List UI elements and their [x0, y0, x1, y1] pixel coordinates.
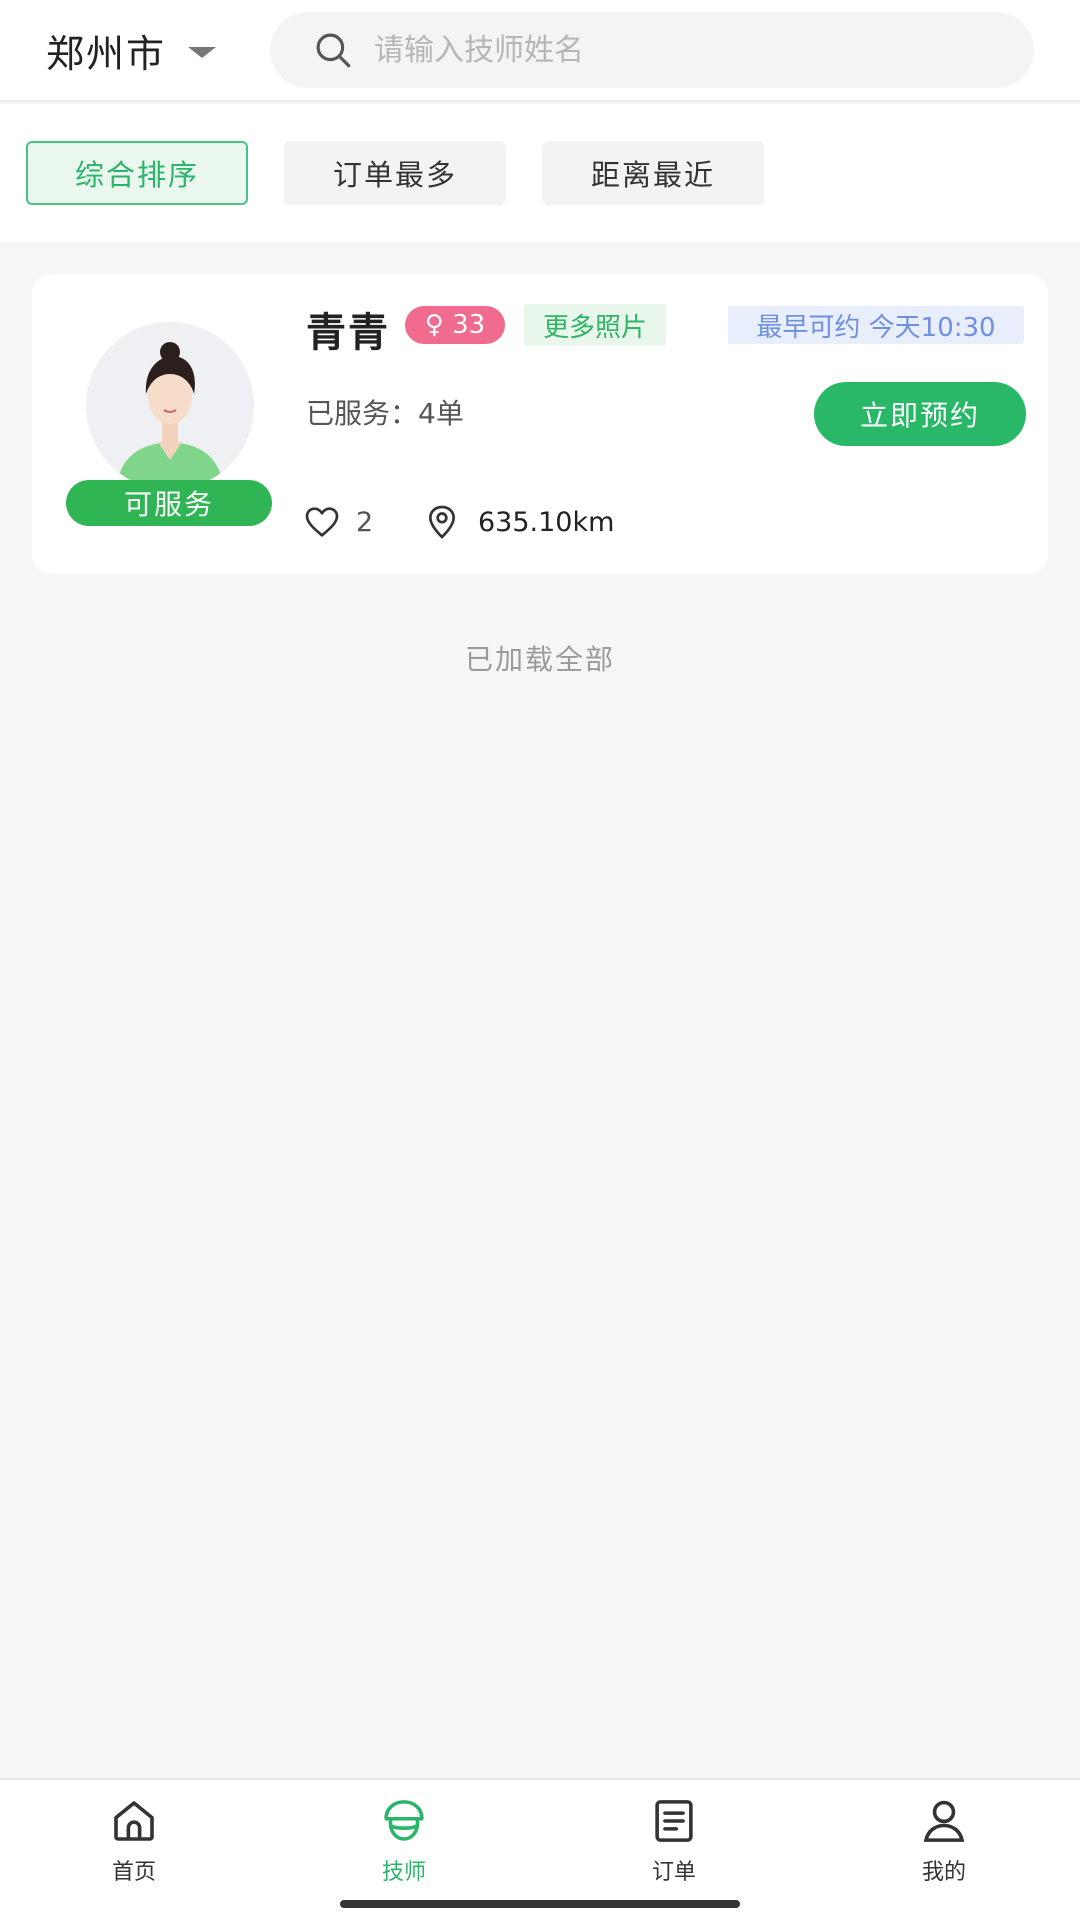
search-bar[interactable]	[270, 12, 1034, 88]
distance-stat: 635.10km	[422, 502, 614, 542]
filter-nearest[interactable]: 距离最近	[542, 141, 764, 205]
technician-name: 青青	[306, 310, 390, 356]
home-icon	[114, 1801, 154, 1841]
tab-mine-label: 我的	[921, 1860, 966, 1885]
technician-icon	[384, 1800, 424, 1841]
book-now-button[interactable]: 立即预约	[814, 382, 1026, 446]
city-selector[interactable]: 郑州市	[46, 20, 217, 80]
sort-filter-bar: 综合排序 订单最多 距离最近	[0, 104, 1080, 242]
tab-home[interactable]: 首页	[74, 1794, 194, 1894]
profile-icon	[923, 1800, 965, 1842]
heart-icon	[305, 507, 339, 537]
tab-orders[interactable]: 订单	[614, 1794, 734, 1894]
tab-home-label: 首页	[111, 1860, 156, 1885]
city-name: 郑州市	[46, 31, 167, 76]
earliest-available-tag: 最早可约 今天10:30	[728, 306, 1024, 344]
served-count: 已服务：4单	[306, 397, 464, 430]
likes-stat[interactable]: 2	[302, 502, 373, 542]
search-icon	[316, 33, 351, 68]
location-pin-icon	[428, 505, 456, 539]
chevron-down-icon	[188, 46, 217, 58]
status-badge: 可服务	[66, 480, 272, 526]
tab-technician-label: 技师	[381, 1860, 426, 1885]
list-end-text: 已加载全部	[464, 643, 615, 676]
tab-technician[interactable]: 技师	[344, 1794, 464, 1894]
bottom-tab-bar: 首页 技师 订单 我的	[0, 1778, 1080, 1920]
technician-list-page: 郑州市 综合排序 订单最多 距离最近 可服务	[0, 0, 1080, 1920]
distance-value: 635.10km	[478, 506, 615, 538]
search-input[interactable]	[374, 32, 1014, 68]
avatar	[86, 322, 254, 490]
more-photos-link[interactable]: 更多照片	[524, 304, 666, 346]
filter-most-orders[interactable]: 订单最多	[284, 141, 506, 205]
orders-icon	[655, 1800, 693, 1842]
home-indicator	[340, 1900, 740, 1908]
technician-card[interactable]: 可服务 青青 ♀ 33 更多照片 最早可约 今天10:30 已服务：4单 立即预…	[32, 274, 1048, 574]
likes-count: 2	[356, 506, 374, 538]
top-header: 郑州市	[0, 0, 1080, 102]
filter-comprehensive[interactable]: 综合排序	[26, 141, 248, 205]
gender-age-badge: ♀ 33	[405, 306, 505, 344]
tab-orders-label: 订单	[651, 1860, 696, 1885]
tab-mine[interactable]: 我的	[884, 1794, 1004, 1894]
